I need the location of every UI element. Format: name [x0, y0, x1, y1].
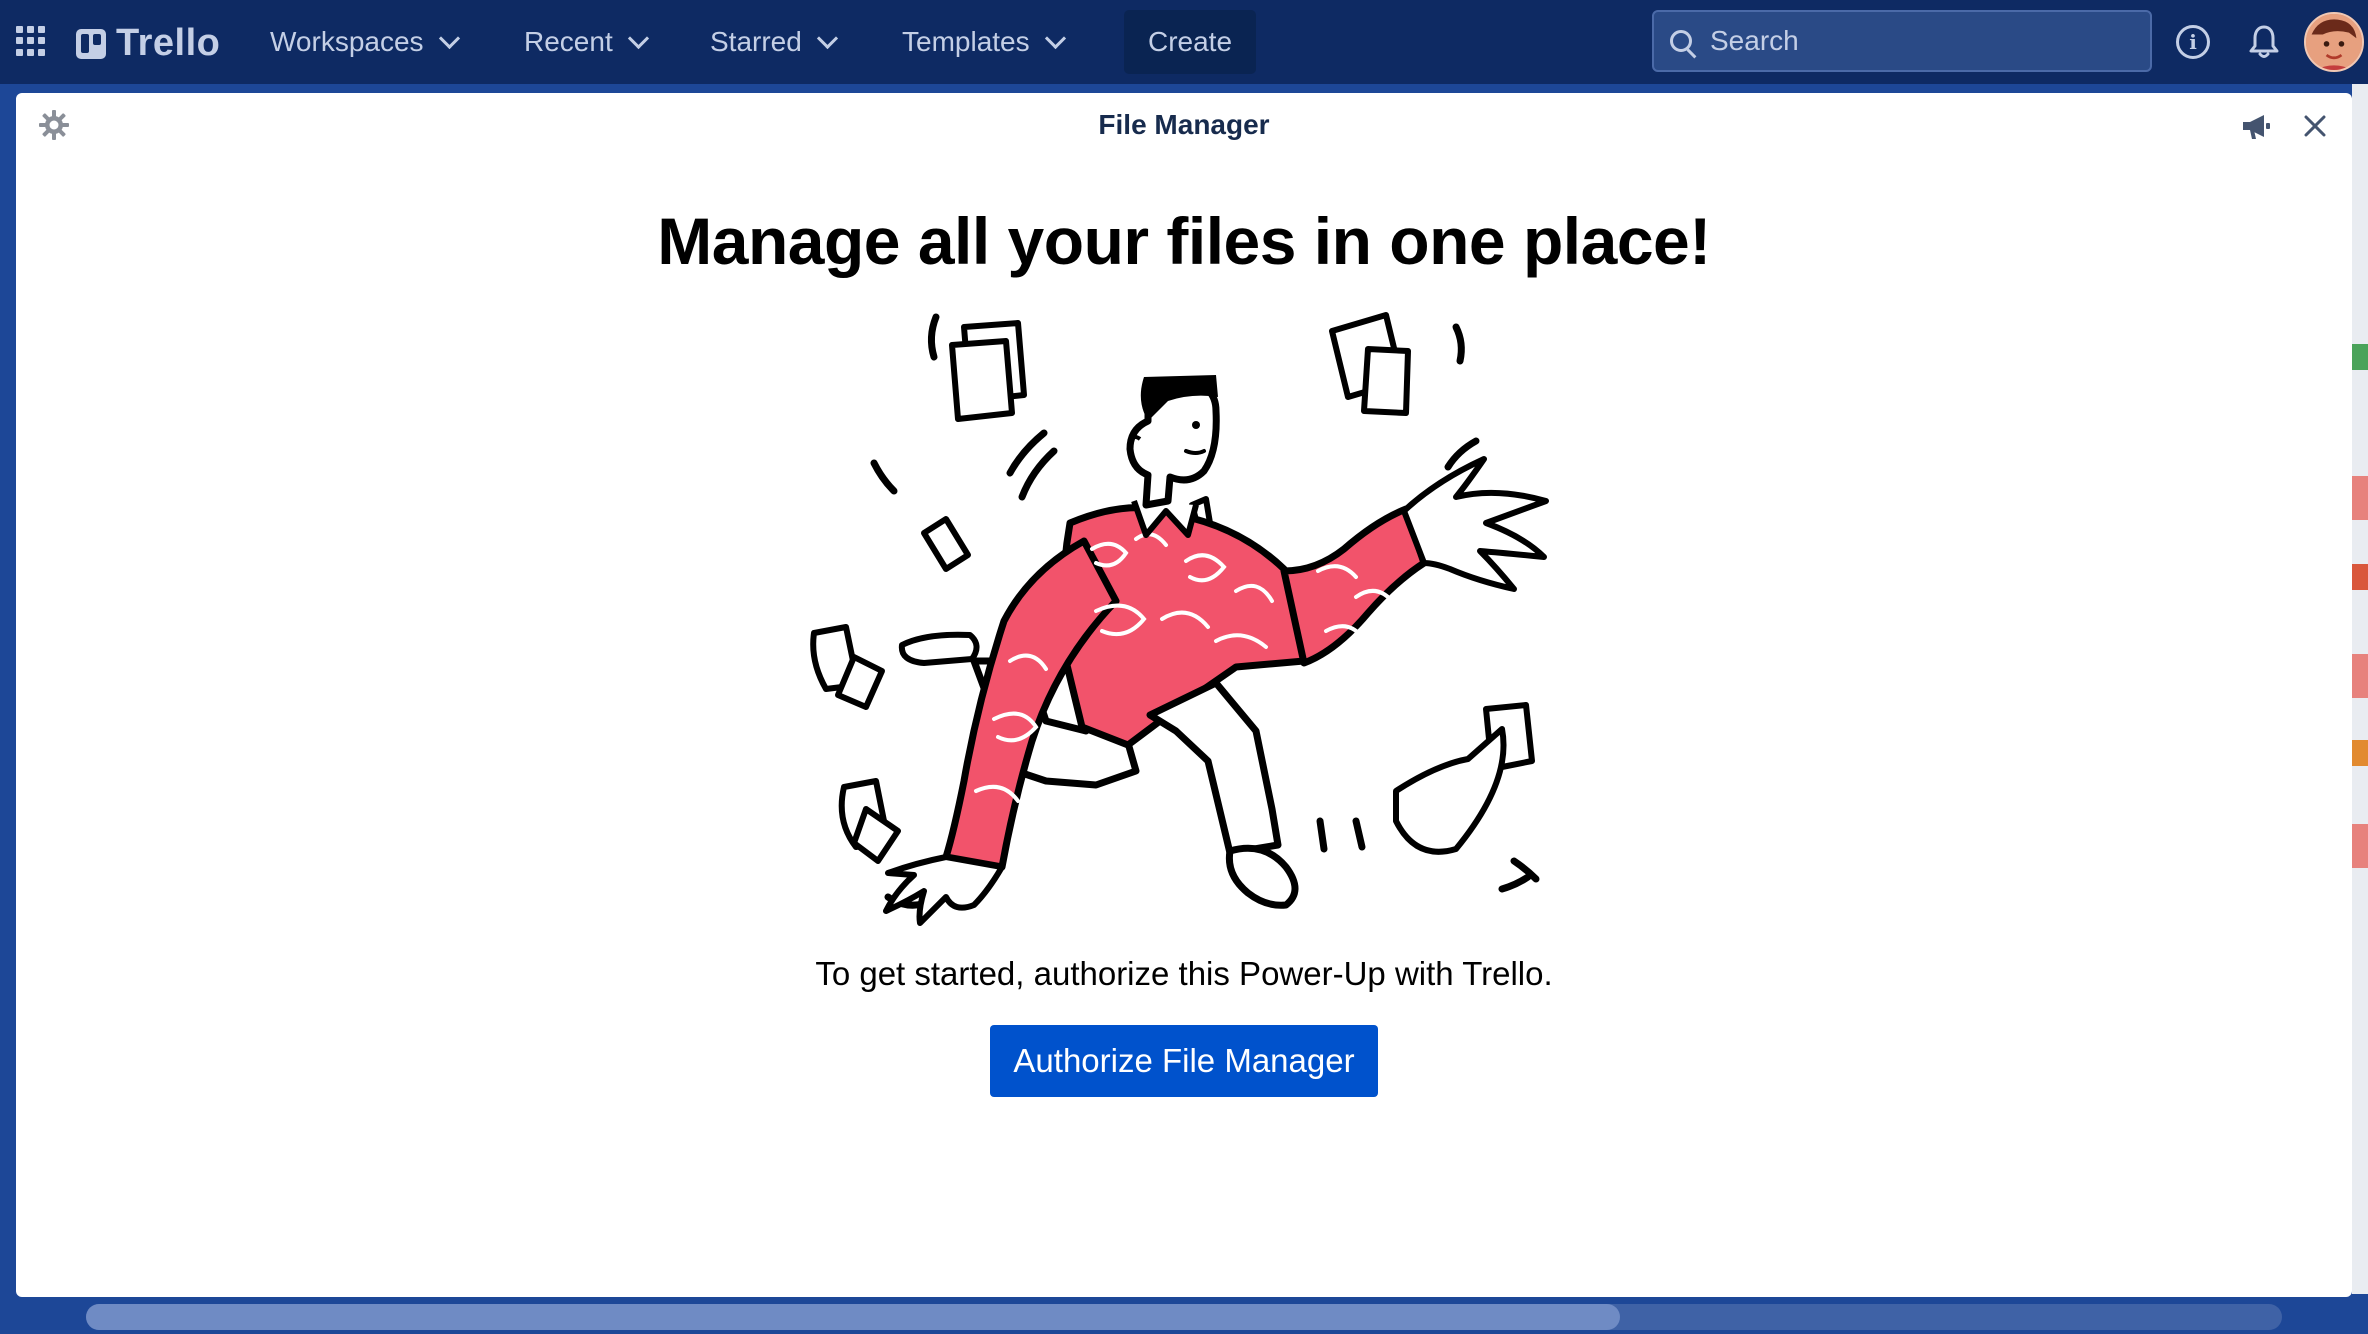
chevron-down-icon — [438, 27, 460, 49]
authorize-file-manager-button[interactable]: Authorize File Manager — [990, 1025, 1378, 1097]
nav-workspaces-label: Workspaces — [270, 26, 424, 57]
info-icon[interactable]: i — [2176, 25, 2210, 59]
apps-grid-icon[interactable] — [16, 26, 46, 56]
top-nav-bar: Trello Workspaces Recent Starred Templat… — [0, 0, 2368, 84]
search-input[interactable] — [1708, 24, 2112, 58]
chevron-down-icon — [816, 27, 838, 49]
nav-recent-menu[interactable]: Recent — [524, 22, 649, 62]
nav-templates-menu[interactable]: Templates — [902, 22, 1066, 62]
trello-logo[interactable]: Trello — [76, 22, 220, 65]
board-background-left — [0, 84, 16, 1334]
trello-logo-icon — [76, 28, 106, 59]
horizontal-scrollbar-thumb[interactable] — [86, 1304, 1620, 1330]
megaphone-icon[interactable] — [2240, 111, 2272, 141]
nav-starred-menu[interactable]: Starred — [710, 22, 838, 62]
nav-recent-label: Recent — [524, 26, 613, 57]
avatar-face-icon — [2306, 14, 2362, 70]
chevron-down-icon — [1044, 27, 1066, 49]
modal-title: File Manager — [1098, 109, 1270, 140]
file-chaos-illustration — [810, 312, 1549, 926]
bell-icon[interactable] — [2248, 24, 2280, 60]
user-avatar[interactable] — [2304, 12, 2364, 72]
nav-workspaces-menu[interactable]: Workspaces — [270, 22, 460, 62]
nav-starred-label: Starred — [710, 26, 802, 57]
logo-text: Trello — [116, 22, 221, 64]
close-icon[interactable] — [2300, 111, 2330, 141]
nav-templates-label: Templates — [902, 26, 1030, 57]
authorize-instructions: To get started, authorize this Power-Up … — [815, 955, 1553, 992]
create-button[interactable]: Create — [1124, 10, 1256, 74]
search-box[interactable] — [1652, 10, 2152, 72]
chevron-down-icon — [627, 27, 649, 49]
search-icon — [1670, 30, 1692, 52]
modal-headline: Manage all your files in one place! — [657, 204, 1711, 278]
modal-header: File Manager — [16, 93, 2352, 159]
file-manager-modal: File Manager Manage all your files in on… — [16, 93, 2352, 1297]
board-list-peek — [2352, 84, 2368, 1294]
